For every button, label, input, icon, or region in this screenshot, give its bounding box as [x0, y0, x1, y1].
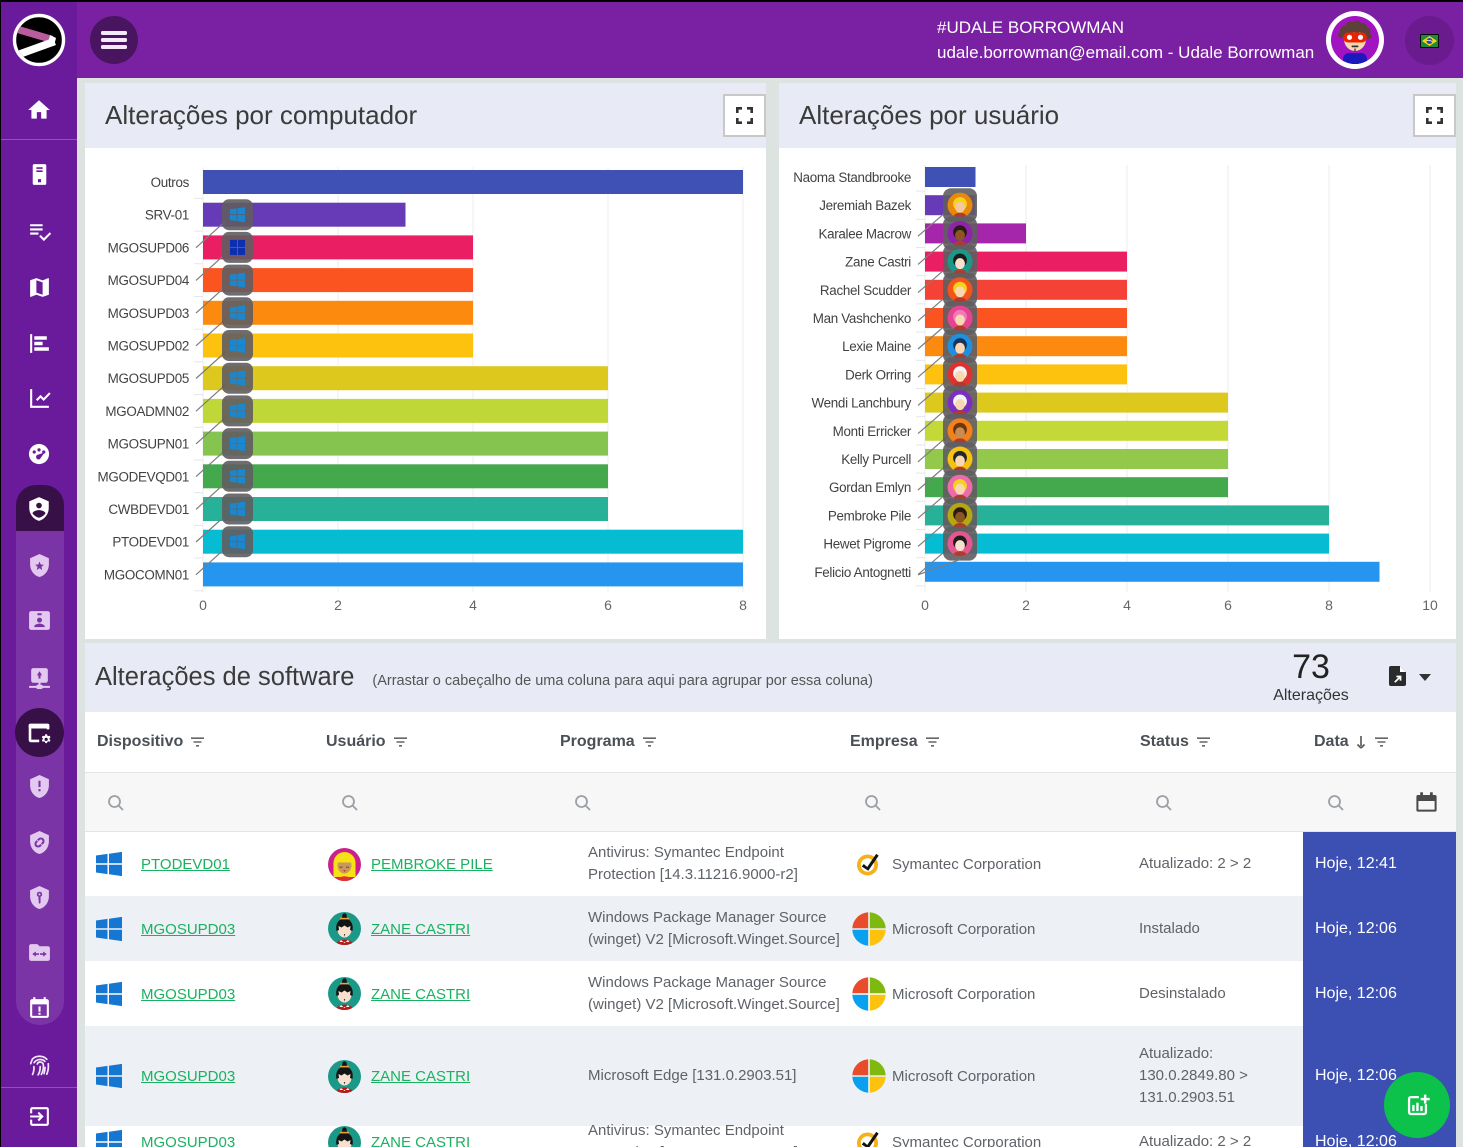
svg-text:Monti Erricker: Monti Erricker [833, 424, 912, 439]
svg-text:MGOSUPD03: MGOSUPD03 [108, 306, 189, 321]
svg-text:Zane Castri: Zane Castri [845, 255, 911, 270]
svg-text:MGOSUPD06: MGOSUPD06 [108, 240, 189, 255]
svg-text:MGOSUPD05: MGOSUPD05 [108, 371, 189, 386]
svg-text:2: 2 [334, 597, 342, 613]
svg-text:10: 10 [1422, 597, 1438, 613]
svg-text:Outros: Outros [151, 175, 190, 190]
svg-text:Kelly Purcell: Kelly Purcell [841, 452, 911, 467]
svg-text:6: 6 [1224, 597, 1232, 613]
svg-text:8: 8 [739, 597, 747, 613]
svg-text:Man Vashchenko: Man Vashchenko [813, 311, 911, 326]
svg-text:MGOSUPD02: MGOSUPD02 [108, 339, 189, 354]
svg-text:MGOCOMN01: MGOCOMN01 [104, 567, 189, 582]
svg-text:Lexie Maine: Lexie Maine [842, 339, 911, 354]
svg-text:PTODEVD01: PTODEVD01 [112, 535, 189, 550]
svg-text:Gordan Emlyn: Gordan Emlyn [829, 480, 911, 495]
svg-text:4: 4 [1123, 597, 1131, 613]
svg-text:Derk Orring: Derk Orring [845, 367, 911, 382]
svg-text:MGOSUPN01: MGOSUPN01 [108, 437, 189, 452]
svg-text:Rachel Scudder: Rachel Scudder [820, 283, 912, 298]
svg-text:Felicio Antognetti: Felicio Antognetti [814, 565, 911, 580]
svg-text:4: 4 [469, 597, 477, 613]
svg-text:2: 2 [1022, 597, 1030, 613]
svg-text:0: 0 [199, 597, 207, 613]
svg-text:CWBDEVD01: CWBDEVD01 [108, 502, 189, 517]
svg-text:Karalee Macrow: Karalee Macrow [818, 226, 911, 241]
svg-text:Hewet Pigrome: Hewet Pigrome [823, 537, 911, 552]
svg-text:Naoma Standbrooke: Naoma Standbrooke [793, 170, 911, 185]
svg-text:0: 0 [921, 597, 929, 613]
svg-text:8: 8 [1325, 597, 1333, 613]
svg-text:MGOADMN02: MGOADMN02 [105, 404, 189, 419]
svg-text:MGOSUPD04: MGOSUPD04 [108, 273, 190, 288]
svg-text:6: 6 [604, 597, 612, 613]
svg-text:Wendi Lanchbury: Wendi Lanchbury [812, 396, 912, 411]
svg-text:MGODEVQD01: MGODEVQD01 [98, 469, 190, 484]
svg-text:SRV-01: SRV-01 [145, 208, 189, 223]
svg-text:Jeremiah Bazek: Jeremiah Bazek [819, 198, 911, 213]
svg-text:Pembroke Pile: Pembroke Pile [828, 508, 911, 523]
